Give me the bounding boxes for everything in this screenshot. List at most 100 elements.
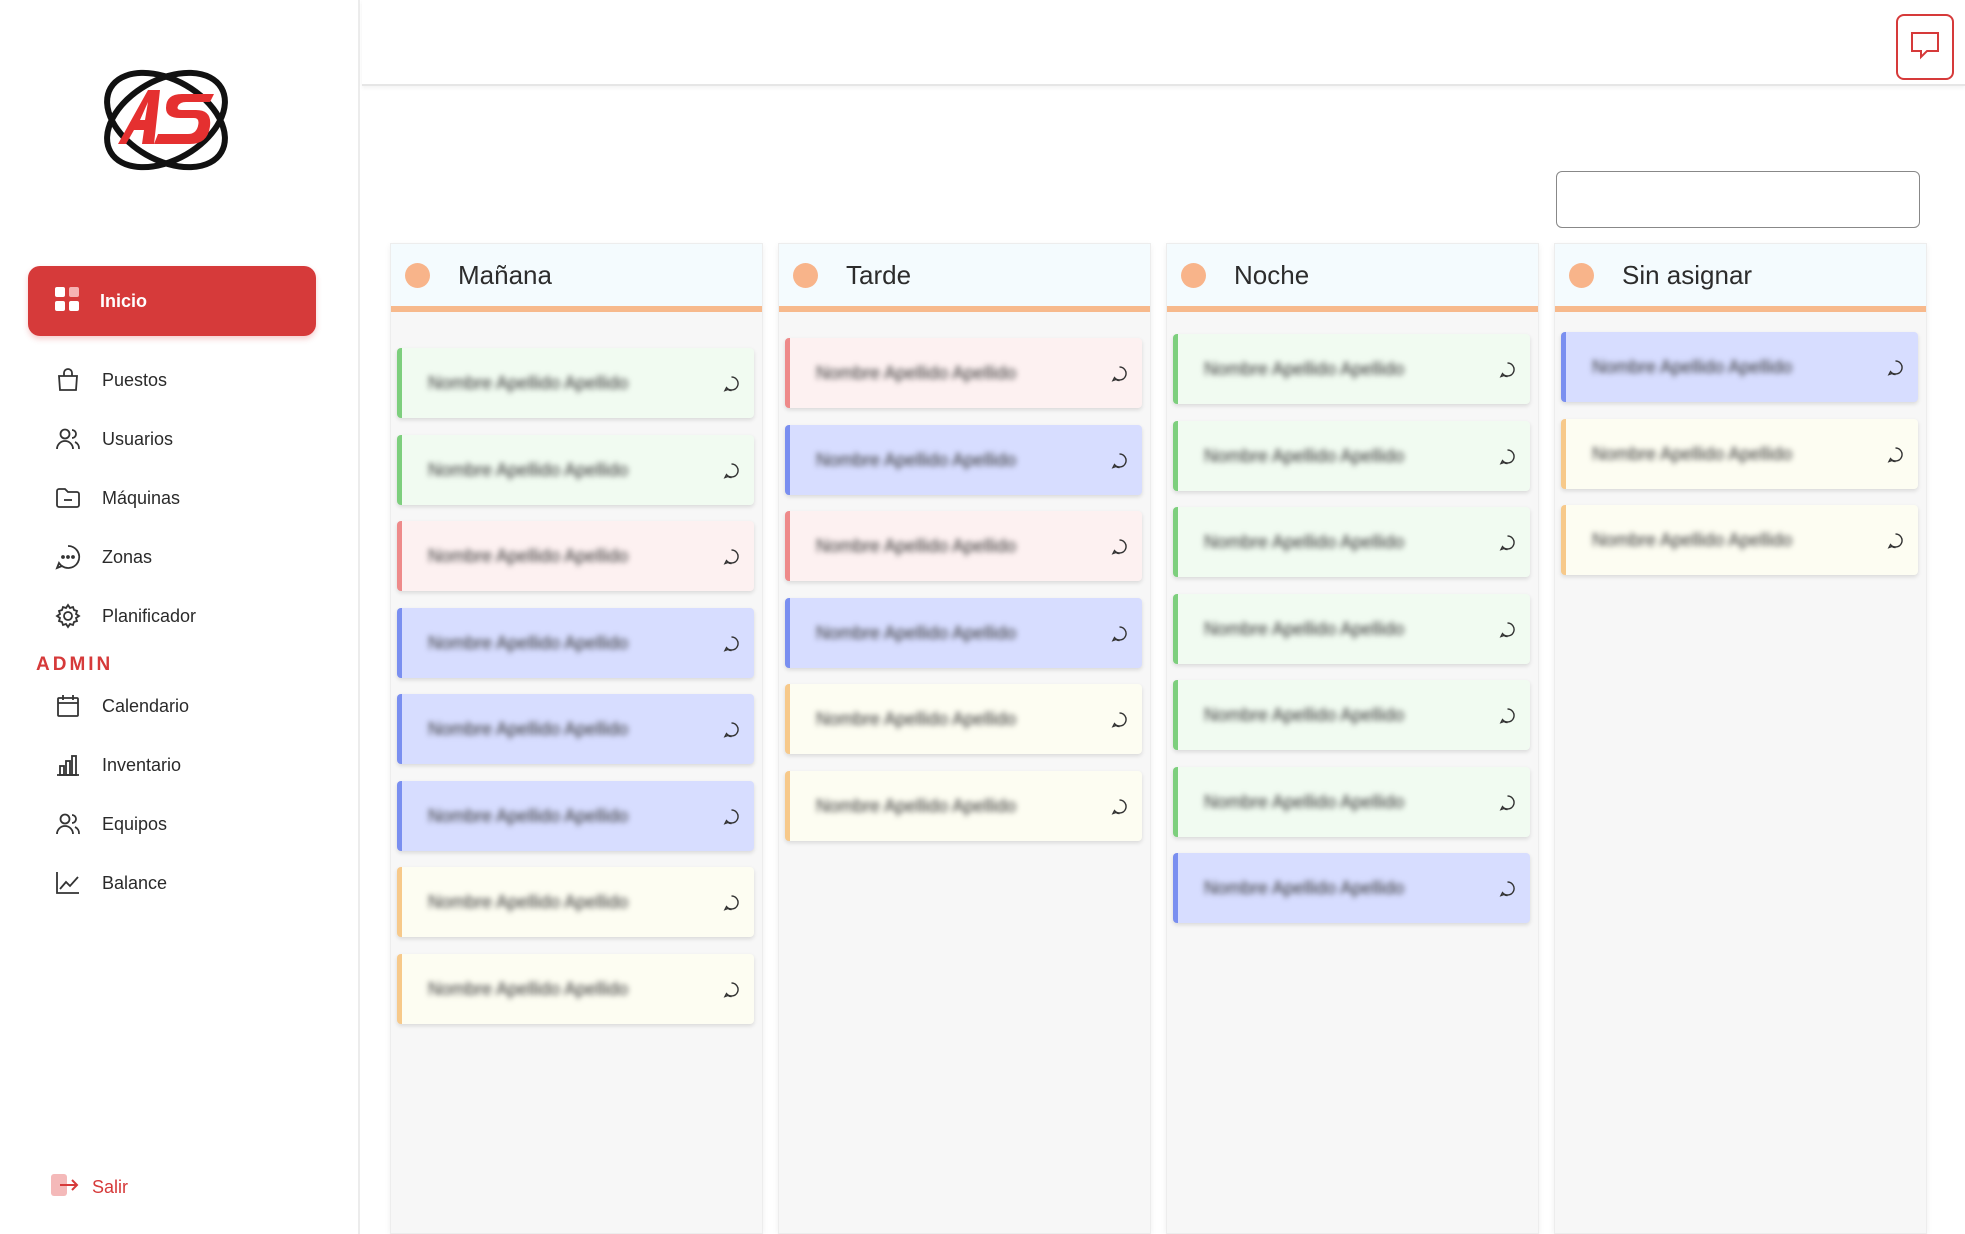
employee-card[interactable]: Nombre Apellido Apellido [397,608,754,678]
comment-icon[interactable] [723,635,740,652]
comment-icon[interactable] [1499,707,1516,724]
employee-card[interactable]: Nombre Apellido Apellido [1561,505,1918,575]
logout-button[interactable]: Salir [50,1172,128,1203]
employee-card[interactable]: Nombre Apellido Apellido [397,954,754,1024]
gear-icon [52,600,84,632]
comment-icon[interactable] [1887,532,1904,549]
employee-name: Nombre Apellido Apellido [1204,618,1405,639]
search-input[interactable] [1556,171,1920,228]
comment-icon[interactable] [1499,448,1516,465]
comment-icon[interactable] [1111,365,1128,382]
column-header: Mañana [391,244,762,312]
sidebar-item-maquinas[interactable]: Máquinas [52,480,180,516]
comment-icon[interactable] [723,808,740,825]
employee-name: Nombre Apellido Apellido [816,708,1017,729]
employee-name: Nombre Apellido Apellido [1204,531,1405,552]
comment-icon[interactable] [1499,534,1516,551]
sidebar-item-label: Puestos [102,369,168,390]
status-dot [405,262,430,288]
employee-card[interactable]: Nombre Apellido Apellido [1173,853,1530,923]
employee-card[interactable]: Nombre Apellido Apellido [397,694,754,764]
sidebar-item-inventario[interactable]: Inventario [52,747,181,783]
comment-icon[interactable] [723,462,740,479]
employee-card[interactable]: Nombre Apellido Apellido [1173,334,1530,404]
employee-name: Nombre Apellido Apellido [1204,791,1405,812]
sidebar-item-calendario[interactable]: Calendario [52,688,189,724]
comment-icon[interactable] [1499,794,1516,811]
employee-name: Nombre Apellido Apellido [428,718,629,739]
employee-card[interactable]: Nombre Apellido Apellido [1173,680,1530,750]
employee-name: Nombre Apellido Apellido [428,545,629,566]
logout-label: Salir [92,1177,129,1197]
sidebar-item-label: Usuarios [102,428,174,449]
comment-icon[interactable] [723,548,740,565]
employee-card[interactable]: Nombre Apellido Apellido [785,771,1142,841]
sidebar-item-balance[interactable]: Balance [52,865,167,901]
employee-card[interactable]: Nombre Apellido Apellido [785,598,1142,668]
comment-icon[interactable] [723,981,740,998]
employee-card[interactable]: Nombre Apellido Apellido [1173,507,1530,577]
employee-name: Nombre Apellido Apellido [816,449,1017,470]
column-header: Sin asignar [1555,244,1926,312]
employee-card[interactable]: Nombre Apellido Apellido [1561,419,1918,489]
employee-card[interactable]: Nombre Apellido Apellido [397,781,754,851]
folder-icon [52,482,84,514]
employee-card[interactable]: Nombre Apellido Apellido [785,684,1142,754]
sidebar-item-equipos[interactable]: Equipos [52,806,167,842]
employee-name: Nombre Apellido Apellido [816,795,1017,816]
comment-icon[interactable] [1499,621,1516,638]
comment-icon[interactable] [1111,625,1128,642]
comment-icon[interactable] [1499,361,1516,378]
message-square-icon [1909,30,1941,65]
comment-icon[interactable] [723,894,740,911]
employee-name: Nombre Apellido Apellido [1204,704,1405,725]
company-logo[interactable] [96,60,236,180]
comment-icon[interactable] [1111,798,1128,815]
comment-icon[interactable] [1887,359,1904,376]
sidebar-item-puestos[interactable]: Puestos [52,362,167,398]
employee-card[interactable]: Nombre Apellido Apellido [397,521,754,591]
sidebar-item-usuarios[interactable]: Usuarios [52,421,173,457]
employee-name: Nombre Apellido Apellido [1204,358,1405,379]
comment-icon[interactable] [1111,452,1128,469]
employee-card[interactable]: Nombre Apellido Apellido [1173,767,1530,837]
status-dot [1181,262,1206,288]
sidebar-item-inicio[interactable]: Inicio [28,266,316,336]
employee-card[interactable]: Nombre Apellido Apellido [1561,332,1918,402]
comment-icon[interactable] [1111,711,1128,728]
comment-icon[interactable] [723,375,740,392]
comment-icon[interactable] [1887,446,1904,463]
employee-card[interactable]: Nombre Apellido Apellido [785,338,1142,408]
sidebar-item-zonas[interactable]: Zonas [52,539,152,575]
employee-card[interactable]: Nombre Apellido Apellido [397,435,754,505]
logout-icon [50,1172,80,1203]
column-title: Noche [1234,259,1310,290]
comment-icon[interactable] [1111,538,1128,555]
employee-name: Nombre Apellido Apellido [1204,445,1405,466]
employee-name: Nombre Apellido Apellido [1592,529,1793,550]
comment-icon[interactable] [1499,880,1516,897]
employee-name: Nombre Apellido Apellido [428,805,629,826]
employee-name: Nombre Apellido Apellido [1204,877,1405,898]
employee-card[interactable]: Nombre Apellido Apellido [397,348,754,418]
sidebar-item-label: Balance [102,872,168,893]
employee-card[interactable]: Nombre Apellido Apellido [1173,421,1530,491]
top-bar [362,0,1965,86]
column-title: Sin asignar [1622,259,1753,290]
sidebar-item-planificador[interactable]: Planificador [52,598,196,634]
users-icon [52,808,84,840]
sidebar-item-label: Máquinas [102,487,181,508]
column-tarde: Tarde Nombre Apellido Apellido Nombre Apel… [778,243,1151,1234]
status-dot [1569,262,1594,288]
employee-card[interactable]: Nombre Apellido Apellido [397,867,754,937]
grid-icon [54,286,80,317]
comment-icon[interactable] [723,721,740,738]
employee-name: Nombre Apellido Apellido [1592,356,1793,377]
employee-card[interactable]: Nombre Apellido Apellido [1173,594,1530,664]
bag-icon [52,364,84,396]
employee-card[interactable]: Nombre Apellido Apellido [785,511,1142,581]
messages-button[interactable] [1896,14,1954,80]
employee-name: Nombre Apellido Apellido [816,622,1017,643]
sidebar-item-label: Zonas [102,546,153,567]
employee-card[interactable]: Nombre Apellido Apellido [785,425,1142,495]
